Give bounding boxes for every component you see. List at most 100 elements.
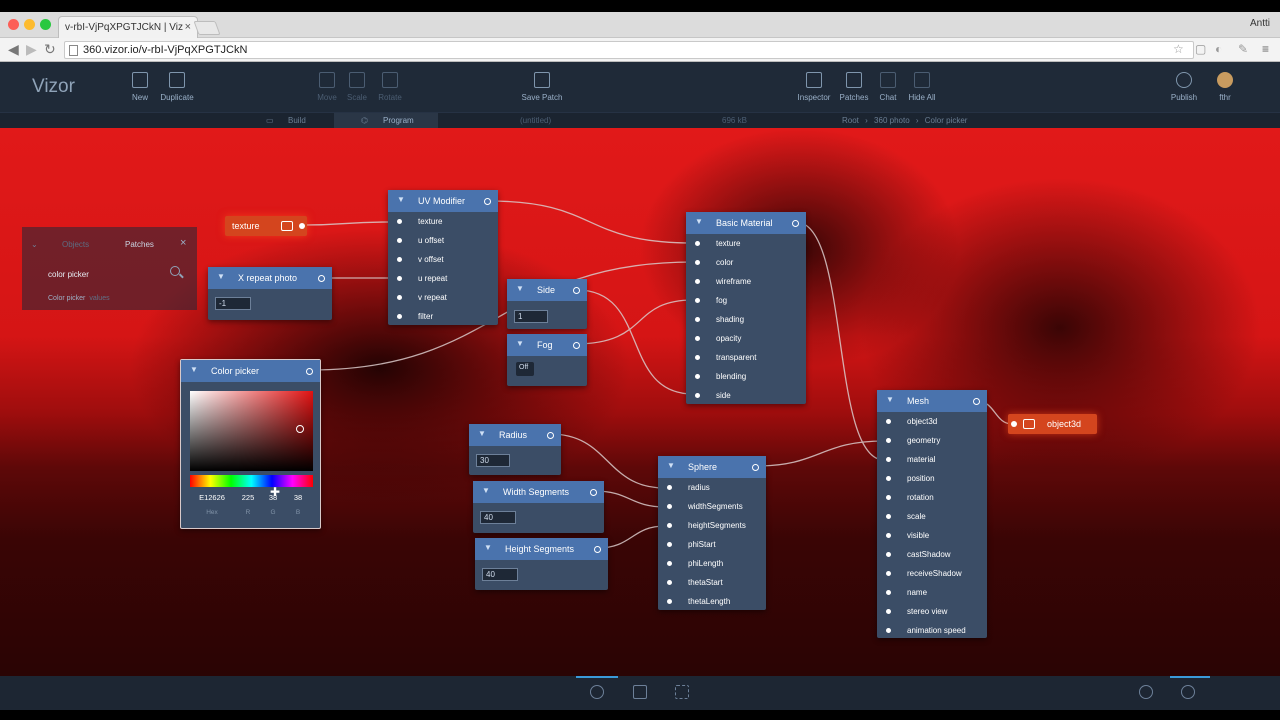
vizor-logo[interactable]: Vizor: [32, 76, 75, 98]
node-sphere[interactable]: ▼ Sphere radius widthSegments heightSegme…: [658, 456, 766, 610]
input-port[interactable]: receiveShadow: [877, 564, 987, 583]
collapse-chevron-icon[interactable]: ⌄: [31, 240, 38, 249]
chevron-down-icon[interactable]: ▼: [516, 339, 524, 348]
color-marker[interactable]: [296, 425, 304, 433]
output-port[interactable]: [484, 198, 491, 205]
node-color-picker[interactable]: ▼ Color picker ✚ E12626 225 38 38 Hex R G…: [180, 359, 321, 529]
extension-icon[interactable]: ◐: [1215, 42, 1222, 56]
node-fog[interactable]: ▼ Fog Off: [507, 334, 587, 386]
output-port[interactable]: [792, 220, 799, 227]
input-port[interactable]: v offset: [388, 250, 498, 269]
chevron-down-icon[interactable]: ▼: [478, 429, 486, 438]
input-port[interactable]: thetaLength: [658, 592, 766, 611]
hue-slider[interactable]: [190, 475, 313, 487]
input-port[interactable]: u repeat: [388, 269, 498, 288]
hide-all-button[interactable]: Hide All: [887, 72, 957, 102]
search-icon[interactable]: [170, 266, 180, 276]
input-port[interactable]: stereo view: [877, 602, 987, 621]
input-port[interactable]: scale: [877, 507, 987, 526]
input-port[interactable]: filter: [388, 307, 498, 326]
input-port[interactable]: texture: [686, 234, 806, 253]
tab-build[interactable]: Build: [288, 116, 306, 125]
duplicate-button[interactable]: Duplicate: [142, 72, 212, 102]
fullscreen-icon[interactable]: [675, 685, 689, 699]
output-port[interactable]: [973, 398, 980, 405]
world-icon[interactable]: [1181, 685, 1195, 699]
output-port[interactable]: [752, 464, 759, 471]
user-menu-button[interactable]: fthr: [1190, 72, 1260, 102]
extension-icon[interactable]: ✎: [1238, 42, 1248, 56]
node-radius[interactable]: ▼ Radius 30: [469, 424, 561, 475]
zoom-window-button[interactable]: [40, 19, 51, 30]
forward-icon[interactable]: ▶: [26, 41, 37, 58]
output-port[interactable]: [306, 368, 313, 375]
output-port[interactable]: [573, 342, 580, 349]
chevron-down-icon[interactable]: ▼: [397, 195, 405, 204]
stop-icon[interactable]: [633, 685, 647, 699]
pause-icon[interactable]: [590, 685, 604, 699]
value-input[interactable]: 30: [476, 454, 510, 467]
chevron-down-icon[interactable]: ▼: [667, 461, 675, 470]
tab-close-icon[interactable]: ×: [185, 21, 191, 33]
hex-value[interactable]: E12626: [195, 493, 229, 502]
blue-value[interactable]: 38: [288, 493, 308, 502]
node-height-segments[interactable]: ▼ Height Segments 40: [475, 538, 608, 590]
node-uv-modifier[interactable]: ▼ UV Modifier texture u offset v offset u…: [388, 190, 498, 325]
fog-toggle[interactable]: Off: [516, 362, 534, 376]
chevron-down-icon[interactable]: ▼: [190, 365, 198, 374]
rotate-button[interactable]: Rotate: [355, 72, 425, 102]
minimize-window-button[interactable]: [24, 19, 35, 30]
breadcrumb-360-photo[interactable]: 360 photo: [874, 116, 910, 125]
output-port[interactable]: [318, 275, 325, 282]
save-patch-button[interactable]: Save Patch: [507, 72, 577, 102]
input-port[interactable]: castShadow: [877, 545, 987, 564]
value-input[interactable]: 1: [514, 310, 548, 323]
input-port[interactable]: shading: [686, 310, 806, 329]
search-input[interactable]: color picker: [48, 270, 89, 279]
tab-objects[interactable]: Objects: [62, 240, 89, 249]
input-port[interactable]: position: [877, 469, 987, 488]
input-port[interactable]: geometry: [877, 431, 987, 450]
chevron-down-icon[interactable]: ▼: [484, 543, 492, 552]
extension-icon[interactable]: ▢: [1195, 42, 1206, 56]
output-port[interactable]: [299, 223, 305, 229]
node-basic-material[interactable]: ▼ Basic Material texture color wireframe …: [686, 212, 806, 404]
chevron-down-icon[interactable]: ▼: [482, 486, 490, 495]
input-port[interactable]: material: [877, 450, 987, 469]
new-tab-button[interactable]: [193, 21, 221, 35]
chevron-down-icon[interactable]: ▼: [516, 284, 524, 293]
input-port[interactable]: name: [877, 583, 987, 602]
tab-patches[interactable]: Patches: [125, 240, 154, 249]
input-port[interactable]: blending: [686, 367, 806, 386]
input-port[interactable]: fog: [686, 291, 806, 310]
node-x-repeat-photo[interactable]: ▼ X repeat photo -1: [208, 267, 332, 320]
input-port[interactable]: widthSegments: [658, 497, 766, 516]
value-input[interactable]: 40: [482, 568, 518, 581]
chevron-down-icon[interactable]: ▼: [695, 217, 703, 226]
browser-tab[interactable]: v-rbI-VjPqXPGTJCkN | Viz ×: [58, 16, 198, 38]
input-port[interactable]: animation speed: [877, 621, 987, 640]
chevron-down-icon[interactable]: ▼: [217, 272, 225, 281]
input-port[interactable]: opacity: [686, 329, 806, 348]
output-port[interactable]: [590, 489, 597, 496]
input-port[interactable]: [1011, 421, 1017, 427]
browser-user-badge[interactable]: Antti: [1250, 18, 1270, 29]
input-port[interactable]: u offset: [388, 231, 498, 250]
patch-canvas[interactable]: ⌄ Objects Patches × color picker Color p…: [0, 128, 1280, 676]
input-port[interactable]: phiStart: [658, 535, 766, 554]
vr-icon[interactable]: [1139, 685, 1153, 699]
output-port[interactable]: [594, 546, 601, 553]
breadcrumb-root[interactable]: Root: [842, 116, 859, 125]
input-port[interactable]: radius: [658, 478, 766, 497]
saturation-value-picker[interactable]: ✚: [190, 391, 313, 498]
input-port[interactable]: texture: [388, 212, 498, 231]
back-icon[interactable]: ◀: [8, 41, 19, 58]
input-port[interactable]: visible: [877, 526, 987, 545]
value-input[interactable]: -1: [215, 297, 251, 310]
input-port[interactable]: phiLength: [658, 554, 766, 573]
breadcrumb-color-picker[interactable]: Color picker: [925, 116, 968, 125]
texture-proxy[interactable]: texture: [225, 216, 307, 236]
bookmark-star-icon[interactable]: ☆: [1173, 42, 1184, 56]
menu-icon[interactable]: ≡: [1262, 42, 1269, 56]
value-input[interactable]: 40: [480, 511, 516, 524]
